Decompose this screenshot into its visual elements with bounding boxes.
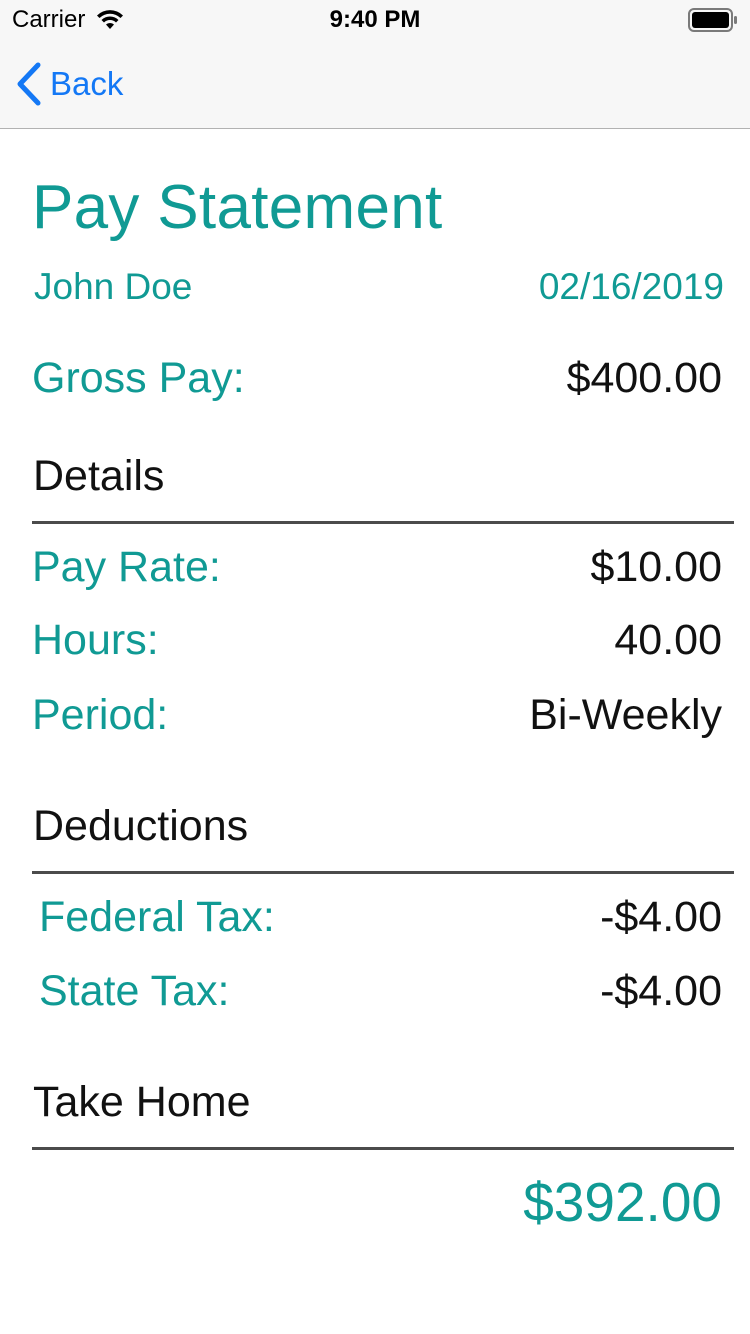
page-title: Pay Statement [32,173,443,242]
gross-pay-value: $400.00 [566,354,722,402]
hours-label: Hours: [32,616,159,664]
detail-row-pay-rate: Pay Rate: $10.00 [32,543,722,592]
deduction-row-federal-tax: Federal Tax: -$4.00 [39,893,722,942]
federal-tax-value: -$4.00 [600,893,722,941]
period-label: Period: [32,691,169,739]
chevron-left-icon [14,62,42,106]
details-divider [32,521,734,524]
back-button[interactable]: Back [14,60,123,108]
detail-row-period: Period: Bi-Weekly [32,691,722,740]
deductions-heading: Deductions [33,802,249,850]
status-bar: Carrier 9:40 PM [0,0,750,40]
status-time: 9:40 PM [329,6,421,33]
statement-date: 02/16/2019 [538,266,724,307]
federal-tax-label: Federal Tax: [39,893,275,941]
state-tax-label: State Tax: [39,967,230,1015]
deductions-divider [32,871,734,874]
details-heading: Details [33,452,165,500]
pay-rate-label: Pay Rate: [32,543,221,591]
gross-pay-label: Gross Pay: [32,354,245,402]
take-home-amount: $392.00 [523,1171,722,1233]
navigation-bar: Back [0,40,750,129]
employee-name: John Doe [34,266,193,307]
take-home-divider [32,1147,734,1150]
detail-row-hours: Hours: 40.00 [32,616,722,665]
back-label: Back [50,65,124,102]
period-value: Bi-Weekly [529,691,722,739]
pay-rate-value: $10.00 [590,543,722,591]
gross-pay-row: Gross Pay: $400.00 [32,354,722,403]
hours-value: 40.00 [614,616,722,664]
battery-icon [688,8,737,32]
deduction-row-state-tax: State Tax: -$4.00 [39,967,722,1016]
take-home-heading: Take Home [33,1078,251,1126]
state-tax-value: -$4.00 [600,967,722,1015]
